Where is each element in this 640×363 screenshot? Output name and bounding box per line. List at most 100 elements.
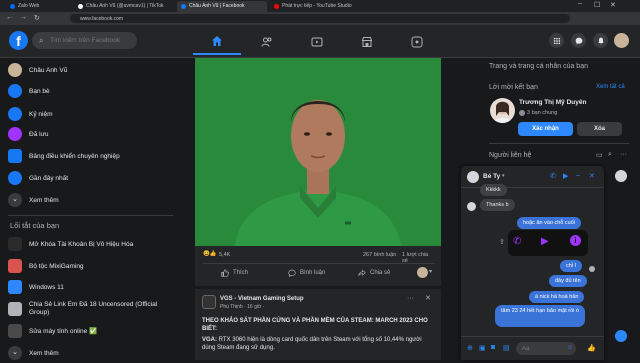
sticker-icon[interactable]: ◙ [491,344,495,351]
nav-friends[interactable] [243,29,291,55]
share-button[interactable]: Chia sẻ [358,266,390,280]
comment-button[interactable]: Bình luận [288,266,325,280]
marketplace-icon [361,37,373,47]
avatar[interactable] [417,267,428,278]
video-call-icon[interactable]: ▶ [563,172,568,180]
comment-count[interactable]: 267 bình luận [363,252,396,258]
chevron-down-icon[interactable]: ▾ [429,268,432,275]
bell-icon [597,37,604,44]
close-icon[interactable]: ✕ [425,294,431,302]
video-icon [311,37,323,47]
plus-circle-icon[interactable]: ⊕ [467,344,473,352]
browser-tab[interactable]: Châu Anh Vũ (@uvmcav1) | TikTok [74,1,174,12]
browser-tab-bar: Zalo Web Châu Anh Vũ (@uvmcav1) | TikTok… [0,0,640,12]
reload-icon[interactable]: ↻ [34,14,40,22]
page-name[interactable]: VGS - Vietnam Gaming Setup [220,296,304,302]
search-input[interactable] [50,35,134,46]
shortcut-see-more[interactable]: ⌄ Xem thêm [8,343,59,363]
menu-button[interactable] [549,33,564,48]
search-icon[interactable]: ⌕ [608,151,612,159]
shortcut-label: Xem thêm [29,349,59,357]
share-icon[interactable]: ⇪ [499,238,505,246]
shortcut-label: Chia Sẻ Link Em Đã 18 Uncensored (Offici… [29,301,158,316]
minimize-icon[interactable]: – [576,172,580,179]
message-outgoing: à nick hả hoá hãn [529,291,585,303]
message-incoming: Kkkkk [480,184,507,196]
tab-label: Châu Anh Vũ (@uvmcav1) | TikTok [86,3,164,9]
shortcut-item[interactable]: Chia Sẻ Link Em Đã 18 Uncensored (Offici… [8,298,178,320]
message-outgoing: chỉ I [560,260,583,272]
delete-button[interactable]: Xóa [577,122,622,136]
shortcut-item[interactable]: Mở Khóa Tài Khoản Bị Vô Hiệu Hóa [8,234,133,254]
page-avatar[interactable] [202,295,216,309]
sidebar-item-dashboard[interactable]: Bảng điều khiển chuyên nghiệp [8,146,120,166]
avatar[interactable] [490,98,515,123]
post-photo[interactable] [195,58,441,246]
thumbs-up-icon[interactable]: 👍 [587,344,596,352]
info-icon: i [570,235,581,246]
window-close-icon[interactable]: ✕ [610,1,616,9]
more-options-icon[interactable]: ··· [620,151,627,158]
close-icon[interactable]: ✕ [589,172,595,180]
friend-request-name[interactable]: Trương Thị Mỹ Duyên [519,99,586,106]
call-card[interactable]: ✆ ▶ i [508,230,588,256]
post-body: VGA: RTX 3060 hiện là dòng card quốc dân… [202,336,434,352]
image-icon[interactable]: ▣ [479,344,486,352]
video-call-icon[interactable]: ▭ [596,151,603,159]
see-all-link[interactable]: Xem tất cả [596,84,625,90]
pages-title: Trang và trang cá nhân của bạn [489,63,588,70]
divider [8,215,173,216]
message-outgoing: đây đủ tên [549,275,587,287]
tab-label: Zalo Web [18,3,40,9]
facebook-logo[interactable]: f [9,31,28,50]
chat-composer: ⊕ ▣ ◙ ▤ ☺ 👍 [461,336,604,360]
browser-tab-active[interactable]: Châu Anh Vũ | Facebook [177,1,267,12]
nav-home[interactable] [193,29,241,55]
group-icon [8,259,22,273]
forward-icon[interactable]: → [20,14,27,21]
comment-label: Bình luận [300,270,326,276]
emoji-icon[interactable]: ☺ [567,345,573,351]
chat-head-avatar[interactable] [615,170,627,182]
window-minimize-icon[interactable]: – [578,0,582,7]
sidebar-item-recent[interactable]: Gần đây nhất [8,168,68,188]
more-options-icon[interactable]: ··· [407,295,414,302]
friends-icon [261,37,272,47]
phone-icon[interactable]: ✆ [550,172,556,180]
sidebar-item-saved[interactable]: Đã lưu [8,124,49,144]
sidebar-item-profile[interactable]: Châu Anh Vũ [8,60,67,80]
url-field[interactable]: www.facebook.com [70,14,570,23]
chevron-down-icon[interactable]: ▾ [502,173,505,179]
browser-tab[interactable]: Phát trực tiếp - YouTube Studio [270,1,370,12]
shortcut-item[interactable]: Bộ tộc MixiGaming [8,256,84,276]
notifications-button[interactable] [593,33,608,48]
reaction-count[interactable]: 5,4K [219,252,230,258]
sidebar-item-memories[interactable]: Kỷ niệm [8,104,52,124]
browser-tab[interactable]: Zalo Web [6,1,71,12]
nav-watch[interactable] [293,29,341,55]
nav-gaming[interactable] [393,29,441,55]
group-icon [8,280,22,294]
feed-post: VGS - Vietnam Gaming Setup Phú Thịnh · 1… [195,289,441,360]
comment-icon [288,269,296,277]
confirm-button[interactable]: Xác nhận [518,122,573,136]
back-icon[interactable]: ← [6,14,13,21]
gif-icon[interactable]: ▤ [503,344,510,352]
portrait-thumbnail [493,101,512,123]
portrait-illustration [195,58,441,246]
avatar [467,202,476,211]
window-maximize-icon[interactable]: ☐ [594,1,600,9]
shortcut-item[interactable]: Windows 11 [8,277,64,297]
messenger-button[interactable] [571,33,586,48]
video-call-icon: ▶ [541,236,549,247]
profile-avatar[interactable] [614,33,629,48]
group-icon [8,324,22,338]
sidebar-item-see-more[interactable]: ⌄ Xem thêm [8,190,59,210]
like-button[interactable]: Thích [221,266,248,280]
nav-marketplace[interactable] [343,29,391,55]
new-message-button[interactable] [615,330,627,342]
sidebar-item-friends[interactable]: Bạn bè [8,81,50,101]
clock-icon [8,107,22,121]
search-box[interactable]: ⌕ [32,32,137,49]
shortcut-item[interactable]: Sửa máy tính online ✅ [8,321,97,341]
